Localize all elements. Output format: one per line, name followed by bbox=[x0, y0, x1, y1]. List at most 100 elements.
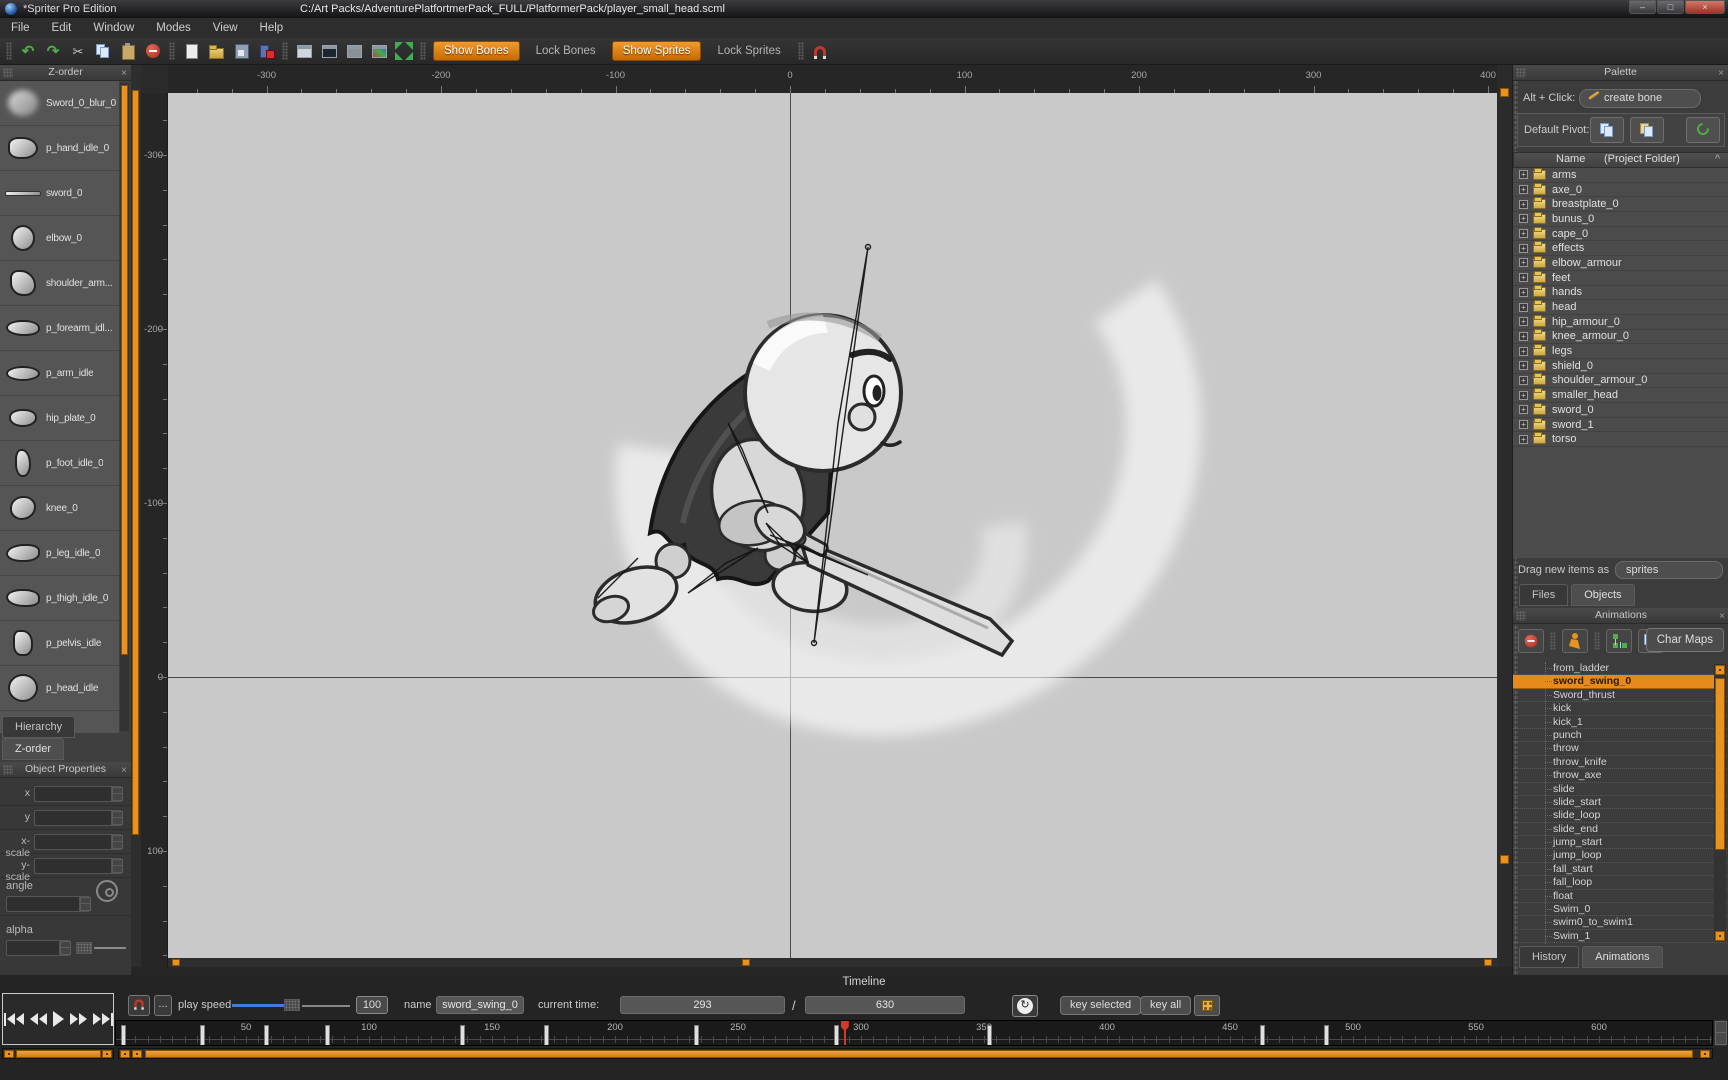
expand-icon[interactable]: + bbox=[1519, 244, 1528, 253]
animation-item[interactable]: throw_axe bbox=[1513, 769, 1728, 782]
alpha-slider-grip[interactable] bbox=[76, 942, 92, 954]
tree-item-effects[interactable]: +effects bbox=[1513, 241, 1728, 256]
animation-item[interactable]: slide_start bbox=[1513, 796, 1728, 809]
animation-item[interactable]: fall_start bbox=[1513, 863, 1728, 876]
char-maps-button[interactable]: Char Maps bbox=[1646, 628, 1724, 652]
key-selected-button[interactable]: key selected bbox=[1060, 996, 1141, 1015]
panel-grip[interactable] bbox=[1516, 611, 1526, 621]
animation-item[interactable]: kick_1 bbox=[1513, 716, 1728, 729]
zorder-item[interactable]: p_foot_idle_0 bbox=[0, 441, 119, 486]
panel-grip[interactable] bbox=[3, 68, 13, 78]
zorder-item[interactable]: p_head_idle bbox=[0, 666, 119, 711]
keyframe-marker[interactable] bbox=[264, 1025, 269, 1046]
undo-button[interactable]: ↶ bbox=[19, 42, 37, 60]
play-speed-value[interactable]: 100 bbox=[356, 996, 388, 1014]
tree-item-bunus_0[interactable]: +bunus_0 bbox=[1513, 212, 1728, 227]
tree-item-elbow_armour[interactable]: +elbow_armour bbox=[1513, 256, 1728, 271]
window-layout-2-icon[interactable] bbox=[320, 42, 338, 60]
tree-item-feet[interactable]: +feet bbox=[1513, 271, 1728, 286]
expand-icon[interactable]: + bbox=[1519, 170, 1528, 179]
ruler-scroll-buttons[interactable] bbox=[1714, 1020, 1726, 1046]
current-time-input[interactable]: 293 bbox=[620, 996, 785, 1014]
keyframe-marker[interactable] bbox=[460, 1025, 465, 1046]
x-scale-field[interactable] bbox=[34, 834, 122, 850]
paste-button[interactable] bbox=[119, 42, 137, 60]
spinner[interactable] bbox=[111, 811, 121, 825]
menu-view[interactable]: View bbox=[202, 22, 249, 34]
tree-item-shield_0[interactable]: +shield_0 bbox=[1513, 359, 1728, 374]
animation-item[interactable]: slide_loop bbox=[1513, 809, 1728, 822]
animation-item[interactable]: fall_loop bbox=[1513, 876, 1728, 889]
cut-button[interactable]: ✂ bbox=[69, 42, 87, 60]
alpha-slider-track[interactable] bbox=[94, 947, 126, 949]
animation-item[interactable]: throw bbox=[1513, 742, 1728, 755]
close-icon[interactable]: × bbox=[1719, 609, 1725, 624]
playback-scrollbar[interactable] bbox=[2, 1048, 114, 1059]
expand-icon[interactable]: + bbox=[1519, 405, 1528, 414]
alpha-field[interactable] bbox=[6, 940, 70, 956]
expand-icon[interactable]: + bbox=[1519, 214, 1528, 223]
animation-item[interactable]: swim0_to_swim1 bbox=[1513, 916, 1728, 929]
tree-item-head[interactable]: +head bbox=[1513, 300, 1728, 315]
expand-icon[interactable]: + bbox=[1519, 361, 1528, 370]
keyframe-marker[interactable] bbox=[834, 1025, 839, 1046]
canvas-horizontal-scrollbar[interactable] bbox=[168, 958, 1497, 967]
window-layout-1-icon[interactable] bbox=[295, 42, 313, 60]
menu-modes[interactable]: Modes bbox=[145, 22, 202, 34]
tree-item-arms[interactable]: +arms bbox=[1513, 168, 1728, 183]
expand-icon[interactable]: + bbox=[1519, 376, 1528, 385]
angle-dial[interactable] bbox=[96, 880, 118, 902]
animation-canvas[interactable] bbox=[168, 93, 1497, 958]
pivot-copy-button[interactable] bbox=[1590, 117, 1624, 143]
tab-z-order[interactable]: Z-order bbox=[2, 738, 64, 760]
keyframe-marker[interactable] bbox=[694, 1025, 699, 1046]
animation-item[interactable]: Swim_1 bbox=[1513, 930, 1728, 943]
animation-item[interactable]: kick bbox=[1513, 702, 1728, 715]
go-to-start-button[interactable] bbox=[4, 1013, 24, 1026]
keyframe-marker[interactable] bbox=[1260, 1025, 1265, 1046]
menu-help[interactable]: Help bbox=[249, 22, 295, 34]
play-speed-slider-grip[interactable] bbox=[284, 999, 300, 1011]
expand-icon[interactable]: + bbox=[1519, 435, 1528, 444]
key-all-button[interactable]: key all bbox=[1140, 996, 1191, 1015]
play-button[interactable] bbox=[53, 1011, 64, 1027]
tab-animations[interactable]: Animations bbox=[1582, 946, 1662, 968]
animation-item[interactable]: slide_end bbox=[1513, 823, 1728, 836]
previous-frame-button[interactable] bbox=[30, 1013, 47, 1025]
zorder-scrollbar[interactable] bbox=[120, 83, 129, 731]
zorder-item[interactable]: p_leg_idle_0 bbox=[0, 531, 119, 576]
animation-item[interactable]: punch bbox=[1513, 729, 1728, 742]
tree-item-knee_armour_0[interactable]: +knee_armour_0 bbox=[1513, 330, 1728, 345]
add-animation-button[interactable] bbox=[1562, 629, 1588, 653]
delete-animation-button[interactable] bbox=[1518, 629, 1544, 653]
loop-toggle-button[interactable]: ↻ bbox=[1012, 995, 1038, 1017]
panel-divider[interactable] bbox=[1497, 65, 1512, 967]
tree-item-breastplate_0[interactable]: +breastplate_0 bbox=[1513, 197, 1728, 212]
close-button[interactable]: × bbox=[1685, 0, 1725, 14]
show-bones-toggle[interactable]: Show Bones bbox=[433, 41, 520, 61]
tree-item-axe_0[interactable]: +axe_0 bbox=[1513, 183, 1728, 198]
zorder-item[interactable]: p_forearm_idl... bbox=[0, 306, 119, 351]
lock-sprites-toggle[interactable]: Lock Sprites bbox=[707, 41, 790, 61]
expand-icon[interactable]: + bbox=[1519, 347, 1528, 356]
keyframe-marker[interactable] bbox=[121, 1025, 126, 1046]
import-button[interactable] bbox=[257, 42, 275, 60]
spinner[interactable] bbox=[111, 859, 121, 873]
next-frame-button[interactable] bbox=[70, 1013, 87, 1025]
expand-icon[interactable]: + bbox=[1519, 200, 1528, 209]
canvas-vertical-scrollbar[interactable] bbox=[131, 65, 141, 967]
snap-keys-button[interactable] bbox=[128, 995, 150, 1016]
drag-items-dropdown[interactable]: sprites bbox=[1615, 561, 1723, 579]
key-options-button[interactable] bbox=[1194, 995, 1220, 1016]
tree-column-header[interactable]: Name (Project Folder) ^ bbox=[1513, 152, 1728, 168]
panel-grip[interactable] bbox=[1516, 68, 1526, 78]
tree-item-sword_1[interactable]: +sword_1 bbox=[1513, 418, 1728, 433]
zorder-item[interactable]: knee_0 bbox=[0, 486, 119, 531]
y-field[interactable] bbox=[34, 810, 122, 826]
expand-icon[interactable]: + bbox=[1519, 185, 1528, 194]
magnet-snap-icon[interactable] bbox=[811, 42, 829, 60]
zorder-item[interactable]: sword_0 bbox=[0, 171, 119, 216]
animation-item[interactable]: slide bbox=[1513, 783, 1728, 796]
total-time-input[interactable]: 630 bbox=[805, 996, 965, 1014]
tree-item-sword_0[interactable]: +sword_0 bbox=[1513, 403, 1728, 418]
